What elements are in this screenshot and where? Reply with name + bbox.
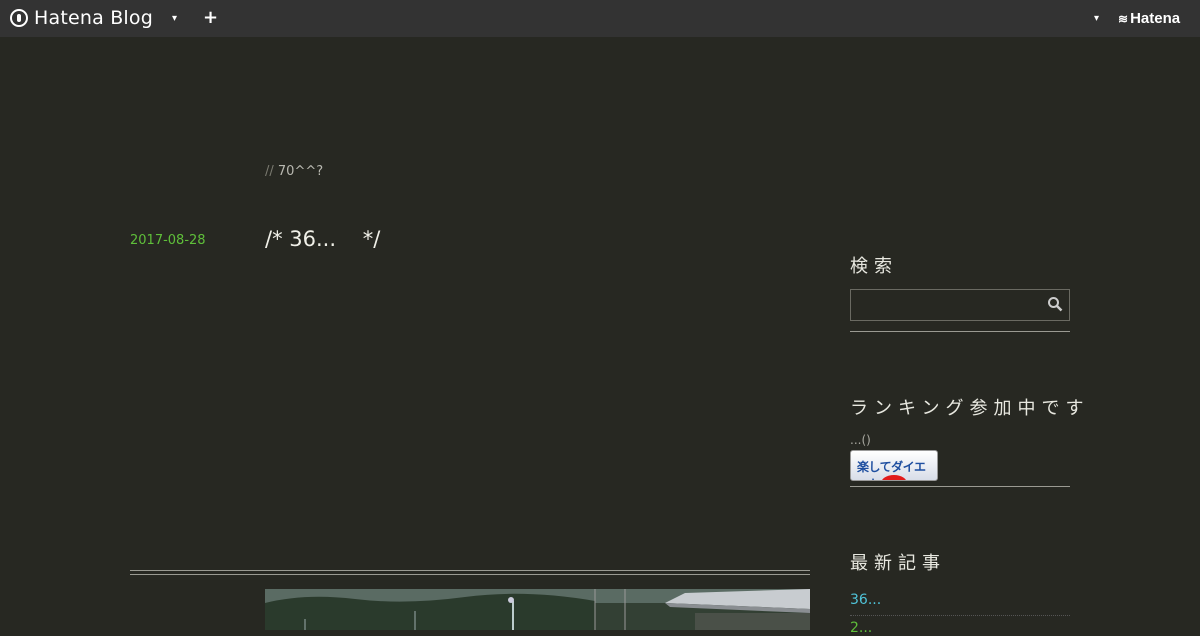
description-prefix: //	[265, 164, 274, 179]
sidebar-divider	[850, 331, 1070, 332]
entry-photo[interactable]	[265, 589, 810, 630]
hatena-header-bar: Hatena Blog ▾ + ▾ ≋ Hatena	[0, 0, 1200, 37]
recent-entries-title: 最新記事	[850, 553, 946, 574]
hatena-wifi-icon: ≋	[1118, 11, 1128, 26]
recent-entry-link[interactable]: 36...	[850, 592, 881, 608]
blog-description: // 70^^?	[265, 164, 323, 179]
hatena-logo-icon	[10, 9, 28, 27]
sidebar-divider	[850, 486, 1070, 487]
hatena-blog-logo[interactable]: Hatena Blog	[10, 7, 153, 29]
entry-divider	[130, 570, 810, 575]
logo-text: Hatena Blog	[34, 7, 153, 29]
recent-entry-separator	[850, 615, 1070, 616]
entry-title[interactable]: /* 36... */	[265, 227, 380, 251]
photo-scene	[265, 589, 810, 630]
new-entry-button[interactable]: +	[203, 7, 218, 28]
blog-menu-chevron-down-icon[interactable]: ▾	[172, 13, 177, 24]
search-input[interactable]	[851, 290, 1043, 322]
ranking-note: ...()	[850, 433, 871, 447]
hatena-brand-link[interactable]: ≋ Hatena	[1118, 10, 1180, 27]
diet-ranking-banner[interactable]: 楽してダイエット	[850, 450, 938, 481]
entry-date[interactable]: 2017-08-28	[130, 233, 206, 248]
search-form	[850, 289, 1070, 322]
search-module-title: 検索	[850, 256, 898, 277]
user-menu-chevron-down-icon[interactable]: ▾	[1094, 13, 1099, 24]
hatena-brand-text: Hatena	[1130, 10, 1181, 27]
description-text: 70^^?	[277, 164, 324, 179]
recent-entry-link[interactable]: 2...	[850, 620, 872, 636]
ranking-module-title: ランキング参加中です	[850, 398, 1090, 419]
search-icon[interactable]	[1047, 296, 1063, 312]
